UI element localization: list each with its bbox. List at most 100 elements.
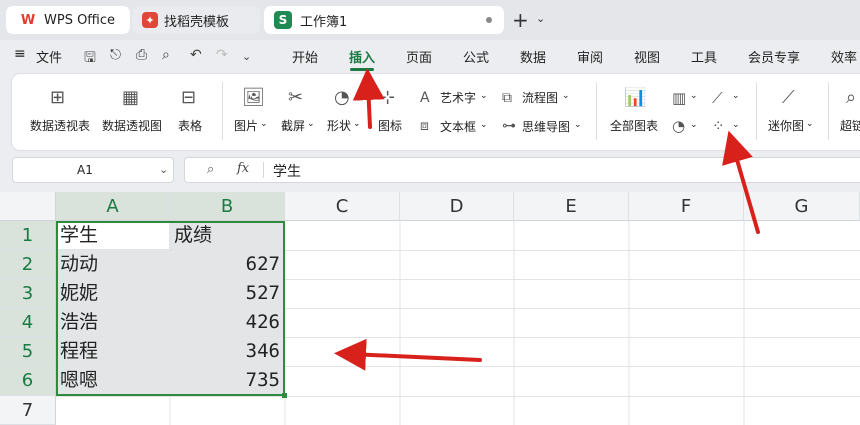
table-button[interactable]: 表格	[178, 117, 202, 134]
menu-efficiency[interactable]: 效率	[831, 47, 857, 66]
column-chart-icon[interactable]: ▥	[672, 88, 686, 108]
row-header-3[interactable]: 3	[0, 279, 56, 308]
undo-icon[interactable]: ↶	[190, 47, 202, 63]
flowchart-chevron-down-icon[interactable]: ⌄	[562, 91, 570, 101]
sparkline-chevron-down-icon[interactable]: ⌄	[806, 119, 814, 129]
scatter-chart-chevron-down-icon[interactable]: ⌄	[732, 120, 740, 130]
row-header-1[interactable]: 1	[0, 221, 56, 250]
hamburger-menu-icon[interactable]: ≡	[14, 46, 26, 62]
insert-function-button[interactable]: fx	[237, 161, 249, 176]
cell-a1[interactable]: 学生	[56, 221, 170, 250]
table-icon: ⊟	[181, 87, 197, 108]
save-icon[interactable]: 🖫	[84, 47, 96, 71]
print-icon[interactable]: ⎙	[136, 47, 147, 63]
cell-a4[interactable]: 浩浩	[56, 308, 170, 337]
fill-handle[interactable]	[282, 393, 287, 398]
column-header-d[interactable]: D	[400, 192, 514, 221]
menu-formula[interactable]: 公式	[463, 47, 489, 66]
cell-a3[interactable]: 妮妮	[56, 279, 170, 308]
redo-icon[interactable]: ↷	[216, 47, 228, 63]
tab-workbook-label: 工作簿1	[300, 14, 348, 30]
row-header-6[interactable]: 6	[0, 366, 56, 396]
all-charts-icon: 📊	[624, 87, 647, 108]
art-text-button[interactable]: 艺术字	[440, 89, 476, 106]
text-box-button[interactable]: 文本框	[440, 118, 476, 135]
tab-workbook[interactable]: S 工作簿1	[264, 6, 504, 34]
print-preview-icon[interactable]: ⌕	[162, 47, 170, 63]
active-tab-indicator	[350, 68, 374, 71]
line-chart-chevron-down-icon[interactable]: ⌄	[732, 91, 740, 101]
formula-divider	[263, 162, 264, 178]
scatter-chart-icon[interactable]: ⁘	[712, 116, 725, 136]
cell-b5[interactable]: 346	[170, 337, 285, 366]
row-header-4[interactable]: 4	[0, 308, 56, 337]
text-box-chevron-down-icon[interactable]: ⌄	[480, 120, 488, 130]
column-header-f[interactable]: F	[629, 192, 744, 221]
cell-a2[interactable]: 动动	[56, 250, 170, 279]
formula-input[interactable]: 学生	[273, 161, 301, 181]
menu-home[interactable]: 开始	[292, 47, 318, 66]
picture-chevron-down-icon[interactable]: ⌄	[260, 119, 268, 129]
column-header-b[interactable]: B	[170, 192, 285, 221]
column-header-e[interactable]: E	[514, 192, 629, 221]
row-header-2[interactable]: 2	[0, 250, 56, 279]
cell-a6[interactable]: 嗯嗯	[56, 366, 170, 396]
screenshot-icon: ✂	[288, 87, 304, 108]
shape-button[interactable]: 形状	[327, 117, 351, 134]
shape-chevron-down-icon[interactable]: ⌄	[353, 119, 361, 129]
picture-button[interactable]: 图片	[234, 117, 258, 134]
unsaved-dot-icon[interactable]	[486, 17, 492, 23]
column-header-g[interactable]: G	[744, 192, 860, 221]
art-text-chevron-down-icon[interactable]: ⌄	[480, 91, 488, 101]
cell-b1[interactable]: 成绩	[170, 221, 285, 250]
tab-wps-office[interactable]: W WPS Office	[6, 6, 130, 34]
insert-ribbon	[12, 74, 860, 150]
mindmap-button[interactable]: 思维导图	[522, 118, 570, 135]
select-all-corner[interactable]	[0, 192, 56, 221]
ribbon-divider	[756, 82, 757, 140]
column-chart-chevron-down-icon[interactable]: ⌄	[690, 91, 698, 101]
menu-data[interactable]: 数据	[520, 47, 546, 66]
cell-b6[interactable]: 735	[170, 366, 285, 396]
menu-tools[interactable]: 工具	[691, 47, 717, 66]
mindmap-icon: ⊶	[502, 118, 516, 134]
cell-a5[interactable]: 程程	[56, 337, 170, 366]
column-header-a[interactable]: A	[56, 192, 170, 221]
line-chart-icon[interactable]: ⟋	[712, 88, 723, 108]
sparkline-button[interactable]: 迷你图	[768, 117, 804, 134]
new-tab-plus-icon[interactable]: +	[512, 8, 529, 32]
menu-view[interactable]: 视图	[634, 47, 660, 66]
menu-member[interactable]: 会员专享	[748, 47, 800, 66]
export-icon[interactable]: ⎋	[110, 47, 121, 63]
mindmap-chevron-down-icon[interactable]: ⌄	[574, 120, 582, 130]
art-text-icon: A	[420, 90, 430, 106]
quick-access-chevron-down-icon[interactable]: ⌄	[242, 50, 251, 63]
pie-chart-chevron-down-icon[interactable]: ⌄	[690, 120, 698, 130]
formula-bar[interactable]: ⌕ fx 学生	[184, 157, 860, 183]
row-header-7[interactable]: 7	[0, 396, 56, 425]
menu-file[interactable]: 文件	[36, 47, 62, 66]
screenshot-chevron-down-icon[interactable]: ⌄	[307, 119, 315, 129]
cell-b2[interactable]: 627	[170, 250, 285, 279]
search-function-icon[interactable]: ⌕	[207, 162, 214, 177]
pivot-chart-button[interactable]: 数据透视图	[102, 117, 162, 134]
new-tab-chevron-down-icon[interactable]: ⌄	[536, 12, 545, 25]
pie-chart-icon[interactable]: ◔	[672, 116, 685, 136]
column-header-c[interactable]: C	[285, 192, 400, 221]
cell-b4[interactable]: 426	[170, 308, 285, 337]
pivot-table-button[interactable]: 数据透视表	[30, 117, 90, 134]
icon-button[interactable]: 图标	[378, 117, 402, 134]
menu-page[interactable]: 页面	[406, 47, 432, 66]
spreadsheet-icon: S	[274, 11, 292, 29]
menu-review[interactable]: 审阅	[577, 47, 603, 66]
flowchart-button[interactable]: 流程图	[522, 89, 558, 106]
hyperlink-button[interactable]: 超链	[840, 117, 860, 134]
cell-b3[interactable]: 527	[170, 279, 285, 308]
name-box-chevron-down-icon[interactable]: ⌄	[159, 163, 168, 176]
name-box[interactable]: A1 ⌄	[12, 157, 174, 183]
screenshot-button[interactable]: 截屏	[281, 117, 305, 134]
row-header-5[interactable]: 5	[0, 337, 56, 366]
all-charts-button[interactable]: 全部图表	[610, 117, 658, 134]
tab-template[interactable]: ✦ 找稻壳模板	[132, 6, 260, 34]
menu-insert[interactable]: 插入	[349, 47, 375, 66]
